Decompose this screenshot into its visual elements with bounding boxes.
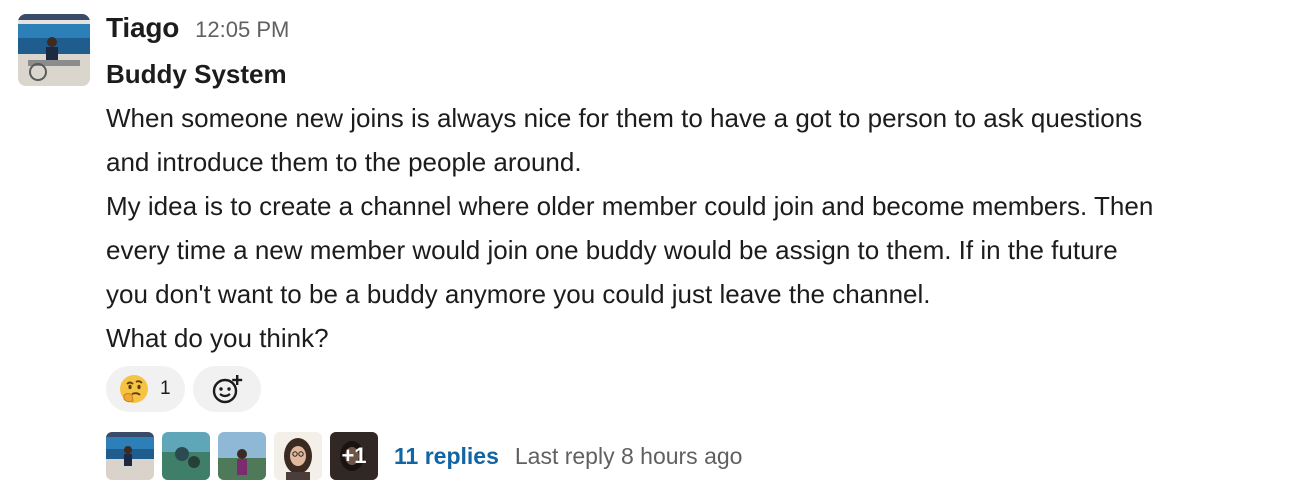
- message-line: you don't want to be a buddy anymore you…: [106, 279, 931, 309]
- message-content: Buddy System When someone new joins is a…: [106, 52, 1296, 360]
- message-header: Tiago 12:05 PM: [106, 12, 289, 52]
- message-line: My idea is to create a channel where old…: [106, 191, 1154, 221]
- thinking-face-icon: [120, 375, 148, 403]
- thread-summary[interactable]: +1 11 replies Last reply 8 hours ago: [106, 431, 742, 481]
- message-line: and introduce them to the people around.: [106, 147, 582, 177]
- reactions-bar: 1: [106, 366, 261, 412]
- reply-avatar: [218, 432, 266, 480]
- more-repliers-count: +1: [330, 432, 378, 480]
- timestamp[interactable]: 12:05 PM: [195, 17, 289, 43]
- reply-avatar-more: +1: [330, 432, 378, 480]
- last-reply-time: Last reply 8 hours ago: [514, 442, 743, 469]
- message-line: When someone new joins is always nice fo…: [106, 103, 1143, 133]
- add-emoji-icon: [212, 375, 242, 404]
- author-name[interactable]: Tiago: [106, 12, 179, 44]
- reply-avatar: [106, 432, 154, 480]
- message-line: every time a new member would join one b…: [106, 235, 1118, 265]
- message-line: What do you think?: [106, 323, 329, 353]
- author-avatar[interactable]: [18, 14, 90, 86]
- reply-avatar: [162, 432, 210, 480]
- avatar-image: [18, 14, 90, 86]
- reply-avatar: [274, 432, 322, 480]
- replies-link[interactable]: 11 replies: [394, 443, 499, 470]
- reaction-count: 1: [160, 378, 171, 399]
- add-reaction-button[interactable]: [192, 366, 261, 412]
- message-title: Buddy System: [106, 59, 287, 89]
- reaction-thinking-face[interactable]: 1: [106, 366, 185, 412]
